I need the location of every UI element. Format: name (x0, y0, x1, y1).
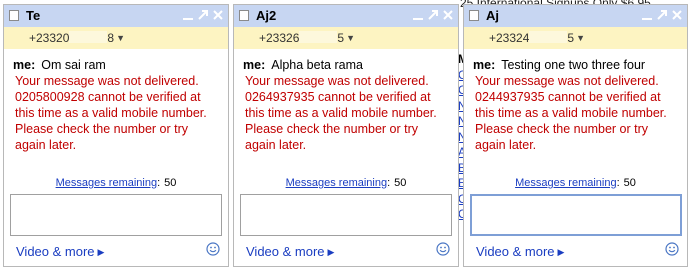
video-and-more-link[interactable]: Video & more ▶ (246, 244, 334, 259)
messages-remaining-link[interactable]: Messages remaining (286, 177, 388, 189)
close-icon[interactable] (670, 7, 684, 23)
message-input[interactable] (10, 194, 222, 236)
chat-window-aj: Aj +23324 5 ▼ me: Testing one two three fou… (463, 4, 688, 267)
phone-number-suffix: 5 (337, 31, 345, 45)
arrow-right-icon: ▶ (97, 247, 105, 257)
window-controls (181, 7, 225, 23)
chat-titlebar[interactable]: Te (4, 5, 228, 28)
phone-number-bar[interactable]: +23326 5 ▼ (234, 27, 458, 49)
messages-remaining-count: 50 (164, 177, 177, 189)
message-list: me: Alpha beta rama Your message was not … (243, 57, 452, 153)
status-square-icon (469, 10, 479, 21)
phone-number[interactable]: +23320 8 ▼ (29, 31, 125, 45)
sender-label: me: (243, 58, 266, 72)
messages-remaining: Messages remaining: 50 (515, 177, 636, 189)
window-controls (411, 7, 455, 23)
phone-number[interactable]: +23326 5 ▼ (259, 31, 355, 45)
arrow-right-icon: ▶ (327, 247, 335, 257)
smiley-icon[interactable] (206, 242, 220, 256)
redacted-digits (69, 31, 108, 43)
minimize-icon[interactable] (411, 7, 425, 23)
messages-remaining-count: 50 (623, 177, 636, 189)
redacted-digits (299, 31, 338, 43)
message-list: me: Testing one two three four Your messa… (473, 57, 681, 153)
chat-window-aj2: Aj2 +23326 5 ▼ me: Alpha beta rama Your mes… (233, 4, 459, 267)
phone-number[interactable]: +23324 5 ▼ (489, 31, 585, 45)
chat-footer: Video & more ▶ (234, 236, 458, 266)
chat-footer: Video & more ▶ (464, 236, 687, 266)
sent-message: me: Alpha beta rama (243, 57, 452, 73)
delivery-error: Your message was not delivered. 02649379… (245, 74, 437, 152)
status-square-icon (239, 10, 249, 21)
chat-title: Aj2 (256, 8, 277, 23)
phone-number-prefix: +23320 (29, 31, 70, 45)
messages-remaining: Messages remaining: 50 (55, 177, 177, 189)
video-and-more-link[interactable]: Video & more ▶ (16, 244, 104, 259)
dropdown-arrow-icon[interactable]: ▼ (346, 33, 355, 43)
phone-number-bar[interactable]: +23324 5 ▼ (464, 27, 687, 49)
phone-number-suffix: 5 (567, 31, 575, 45)
chat-window-te: Te +23320 8 ▼ me: Om sai ram Your message w… (3, 4, 229, 267)
chat-footer: Video & more ▶ (4, 236, 228, 266)
message-text: Testing one two three four (501, 58, 646, 72)
video-and-more-label: Video & more (476, 244, 555, 259)
popout-icon[interactable] (426, 7, 440, 23)
messages-remaining-link[interactable]: Messages remaining (56, 177, 158, 189)
delivery-error: Your message was not delivered. 02058009… (15, 74, 207, 152)
message-text: Om sai ram (41, 58, 106, 72)
messages-remaining-count: 50 (394, 177, 407, 189)
messages-remaining-link[interactable]: Messages remaining (515, 177, 617, 189)
dropdown-arrow-icon[interactable]: ▼ (116, 33, 125, 43)
popout-icon[interactable] (655, 7, 669, 23)
dropdown-arrow-icon[interactable]: ▼ (576, 33, 585, 43)
popout-icon[interactable] (196, 7, 210, 23)
sender-label: me: (473, 58, 496, 72)
video-and-more-label: Video & more (16, 244, 95, 259)
chat-title: Te (26, 8, 41, 23)
phone-number-bar[interactable]: +23320 8 ▼ (4, 27, 228, 49)
sent-message: me: Om sai ram (13, 57, 222, 73)
redacted-digits (529, 31, 568, 43)
video-and-more-link[interactable]: Video & more ▶ (476, 244, 564, 259)
close-icon[interactable] (441, 7, 455, 23)
minimize-icon[interactable] (640, 7, 654, 23)
message-text: Alpha beta rama (271, 58, 363, 72)
delivery-error: Your message was not delivered. 02449379… (475, 74, 667, 152)
smiley-icon[interactable] (436, 242, 450, 256)
phone-number-suffix: 8 (107, 31, 115, 45)
status-square-icon (9, 10, 19, 21)
phone-number-prefix: +23326 (259, 31, 300, 45)
message-input[interactable] (240, 194, 452, 236)
close-icon[interactable] (211, 7, 225, 23)
chat-titlebar[interactable]: Aj (464, 5, 687, 28)
messages-remaining: Messages remaining: 50 (285, 177, 407, 189)
sender-label: me: (13, 58, 36, 72)
smiley-icon[interactable] (665, 242, 679, 256)
message-list: me: Om sai ram Your message was not deliv… (13, 57, 222, 153)
minimize-icon[interactable] (181, 7, 195, 23)
window-controls (640, 7, 684, 23)
chat-title: Aj (486, 8, 499, 23)
sent-message: me: Testing one two three four (473, 57, 681, 73)
phone-number-prefix: +23324 (489, 31, 530, 45)
chat-titlebar[interactable]: Aj2 (234, 5, 458, 28)
video-and-more-label: Video & more (246, 244, 325, 259)
message-input[interactable] (470, 194, 682, 236)
arrow-right-icon: ▶ (557, 247, 565, 257)
